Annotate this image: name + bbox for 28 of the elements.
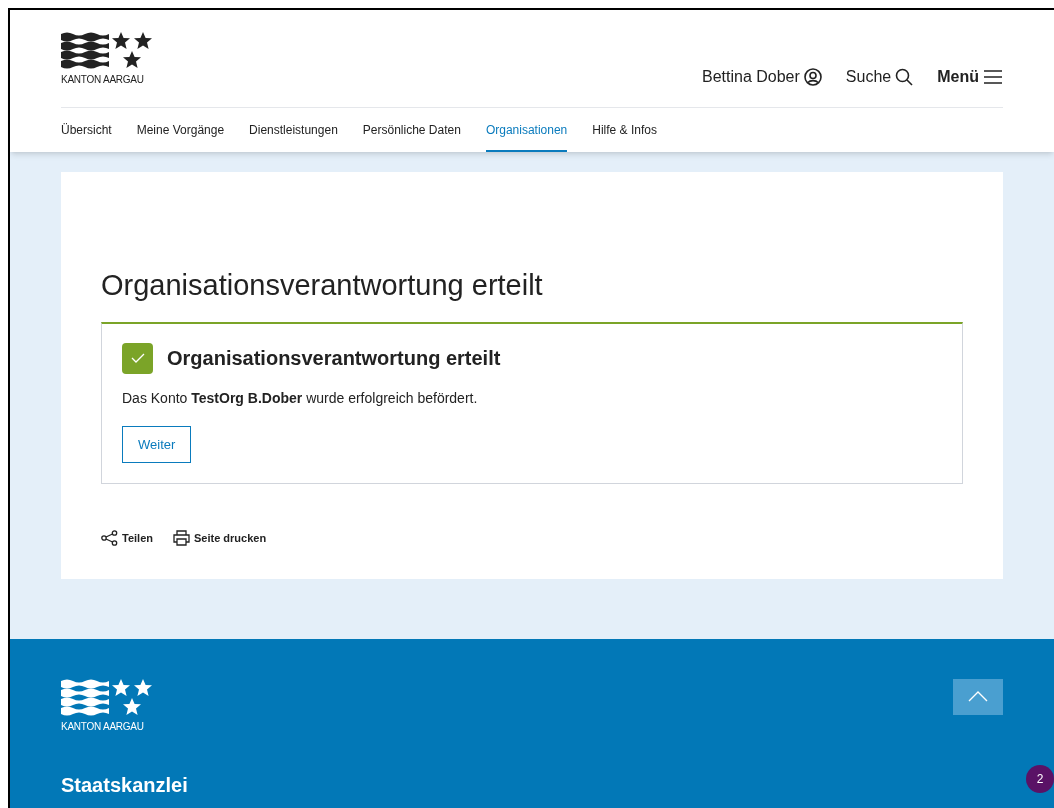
page-title: Organisationsverantwortung erteilt [101, 268, 544, 303]
logo-text: KANTON AARGAU [61, 73, 145, 87]
nav-tab[interactable]: Hilfe & Infos [592, 108, 657, 152]
nav-tab[interactable]: Übersicht [61, 108, 112, 152]
coat-of-arms-icon [61, 678, 153, 717]
menu-button[interactable]: Menü [937, 65, 1003, 89]
logo-text: KANTON AARGAU [61, 719, 145, 734]
coat-of-arms-icon [61, 32, 153, 70]
share-link[interactable]: Teilen [101, 530, 153, 547]
user-link[interactable]: Bettina Dober [702, 65, 822, 89]
nav-tab[interactable]: Persönliche Daten [362, 108, 461, 152]
printer-icon [173, 530, 190, 547]
notification-badge: 2 [1026, 764, 1054, 793]
menu-icon [983, 69, 1003, 85]
chevron-up-icon [968, 691, 988, 702]
share-icon [101, 530, 118, 547]
search-icon [895, 68, 914, 86]
continue-button[interactable]: Weiter [122, 425, 192, 463]
nav-tab[interactable]: Dienstleistungen [249, 108, 338, 152]
search-link[interactable]: Suche [845, 65, 914, 89]
nav-tab[interactable]: Meine Vorgänge [136, 108, 225, 152]
check-icon [122, 342, 153, 374]
footer-title: Staatskanzlei [61, 772, 189, 798]
print-link[interactable]: Seite drucken [173, 530, 267, 547]
message-text: Das Konto TestOrg B.Dober wurde erfolgreich befördert. [122, 388, 479, 408]
user-icon [803, 68, 822, 86]
message-title: Organisationsverantwortung erteilt [167, 346, 501, 371]
scroll-top-button[interactable] [953, 678, 1003, 715]
